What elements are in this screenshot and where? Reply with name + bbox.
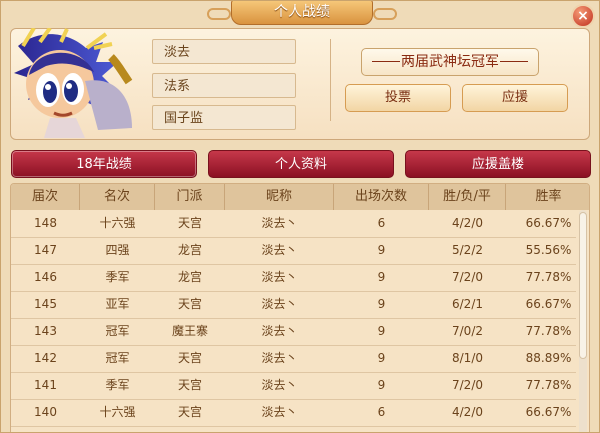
nickname-cell: 淡去丶 bbox=[261, 405, 298, 419]
record-cell: 5/2/2 bbox=[452, 243, 483, 257]
record-cell: 4/2/0 bbox=[452, 405, 483, 419]
tab-personal-profile[interactable]: 个人资料 bbox=[208, 150, 394, 178]
vote-button[interactable]: 投票 bbox=[345, 84, 451, 112]
session-cell: 143 bbox=[34, 324, 57, 338]
header-nickname: 昵称 bbox=[225, 184, 334, 210]
header-appearances: 出场次数 bbox=[334, 184, 429, 210]
appearances-cell: 6 bbox=[377, 405, 386, 419]
session-cell: 148 bbox=[34, 216, 57, 230]
header-rank: 名次 bbox=[80, 184, 155, 210]
rank-cell: 十六强 bbox=[99, 216, 136, 230]
school-cell: 天宫 bbox=[177, 216, 202, 230]
win-rate-cell: 55.56% bbox=[525, 243, 572, 257]
player-name-field: 淡去 bbox=[152, 39, 296, 64]
table-row: 140 十六强 天宫 淡去丶 6 4/2/0 66.67% bbox=[11, 399, 576, 427]
appearances-cell: 9 bbox=[377, 324, 386, 338]
school-cell: 天宫 bbox=[177, 351, 202, 365]
session-cell: 147 bbox=[34, 243, 57, 257]
rank-cell: 冠军 bbox=[105, 324, 130, 338]
rank-cell: 十六强 bbox=[99, 405, 136, 419]
table-row: 142 冠军 天宫 淡去丶 9 8/1/0 88.89% bbox=[11, 345, 576, 373]
session-cell: 146 bbox=[34, 270, 57, 284]
tab-support-thread[interactable]: 应援盖楼 bbox=[405, 150, 591, 178]
window-title: 个人战绩 bbox=[207, 1, 397, 25]
appearances-cell: 6 bbox=[377, 216, 386, 230]
school-cell: 龙宫 bbox=[177, 243, 202, 257]
rank-cell: 季军 bbox=[105, 378, 130, 392]
header-school: 门派 bbox=[155, 184, 225, 210]
win-rate-cell: 88.89% bbox=[525, 351, 572, 365]
school-cell: 天宫 bbox=[177, 405, 202, 419]
close-button[interactable]: × bbox=[571, 4, 595, 28]
table-row: 145 亚军 天宫 淡去丶 9 6/2/1 66.67% bbox=[11, 291, 576, 319]
session-cell: 140 bbox=[34, 405, 57, 419]
header-win-loss-draw: 胜/负/平 bbox=[429, 184, 506, 210]
record-cell: 6/2/1 bbox=[452, 297, 483, 311]
character-avatar bbox=[14, 28, 133, 138]
nickname-cell: 淡去丶 bbox=[261, 297, 298, 311]
record-table: 届次 名次 门派 昵称 出场次数 胜/负/平 胜率 148 十六强 天宫 淡去丶 6 4/… bbox=[10, 183, 590, 432]
rank-cell: 冠军 bbox=[105, 351, 130, 365]
table-row: 147 四强 龙宫 淡去丶 9 5/2/2 55.56% bbox=[11, 237, 576, 265]
nickname-cell: 淡去丶 bbox=[261, 324, 298, 338]
position-field: 国子监 bbox=[152, 105, 296, 130]
header-session: 届次 bbox=[11, 184, 80, 210]
nickname-cell: 淡去丶 bbox=[261, 243, 298, 257]
nickname-cell: 淡去丶 bbox=[261, 378, 298, 392]
nickname-cell: 淡去丶 bbox=[261, 270, 298, 284]
record-cell: 4/2/0 bbox=[452, 216, 483, 230]
school-cell: 天宫 bbox=[177, 378, 202, 392]
win-rate-cell: 66.67% bbox=[525, 297, 572, 311]
school-cell: 天宫 bbox=[177, 297, 202, 311]
appearances-cell: 9 bbox=[377, 297, 386, 311]
appearances-cell: 9 bbox=[377, 351, 386, 365]
tab-18-year-record[interactable]: 18年战绩 bbox=[11, 150, 197, 178]
table-row: 146 季军 龙宫 淡去丶 9 7/2/0 77.78% bbox=[11, 264, 576, 292]
nickname-cell: 淡去丶 bbox=[261, 351, 298, 365]
appearances-cell: 9 bbox=[377, 243, 386, 257]
win-rate-cell: 77.78% bbox=[525, 270, 572, 284]
header-win-rate: 胜率 bbox=[535, 189, 562, 204]
school-field: 法系 bbox=[152, 73, 296, 98]
nickname-cell: 淡去丶 bbox=[261, 216, 298, 230]
support-button[interactable]: 应援 bbox=[462, 84, 568, 112]
appearances-cell: 9 bbox=[377, 270, 386, 284]
session-cell: 145 bbox=[34, 297, 57, 311]
table-row: 148 十六强 天宫 淡去丶 6 4/2/0 66.67% bbox=[11, 210, 576, 238]
appearances-cell: 9 bbox=[377, 378, 386, 392]
close-icon: × bbox=[577, 8, 589, 24]
session-cell: 142 bbox=[34, 351, 57, 365]
rank-cell: 季军 bbox=[105, 270, 130, 284]
table-row: 143 冠军 魔王寨 淡去丶 9 7/0/2 77.78% bbox=[11, 318, 576, 346]
rank-cell: 亚军 bbox=[105, 297, 130, 311]
win-rate-cell: 77.78% bbox=[525, 378, 572, 392]
rank-cell: 四强 bbox=[105, 243, 130, 257]
school-cell: 魔王寨 bbox=[171, 324, 208, 338]
scroll-thumb[interactable] bbox=[579, 212, 587, 359]
win-rate-cell: 66.67% bbox=[525, 216, 572, 230]
record-cell: 7/2/0 bbox=[452, 270, 483, 284]
record-cell: 8/1/0 bbox=[452, 351, 483, 365]
record-cell: 7/2/0 bbox=[452, 378, 483, 392]
record-panel: 个人战绩 × 淡去 法系 国子监 两届武神坛冠军 投票 应援 18年战绩 个人资… bbox=[0, 0, 600, 433]
table-header: 届次 名次 门派 昵称 出场次数 胜/负/平 胜率 bbox=[11, 184, 589, 210]
table-row: 141 季军 天宫 淡去丶 9 7/2/0 77.78% bbox=[11, 372, 576, 400]
win-rate-cell: 66.67% bbox=[525, 405, 572, 419]
award-badge: 两届武神坛冠军 bbox=[361, 48, 539, 76]
record-cell: 7/0/2 bbox=[452, 324, 483, 338]
session-cell: 141 bbox=[34, 378, 57, 392]
win-rate-cell: 77.78% bbox=[525, 324, 572, 338]
school-cell: 龙宫 bbox=[177, 270, 202, 284]
